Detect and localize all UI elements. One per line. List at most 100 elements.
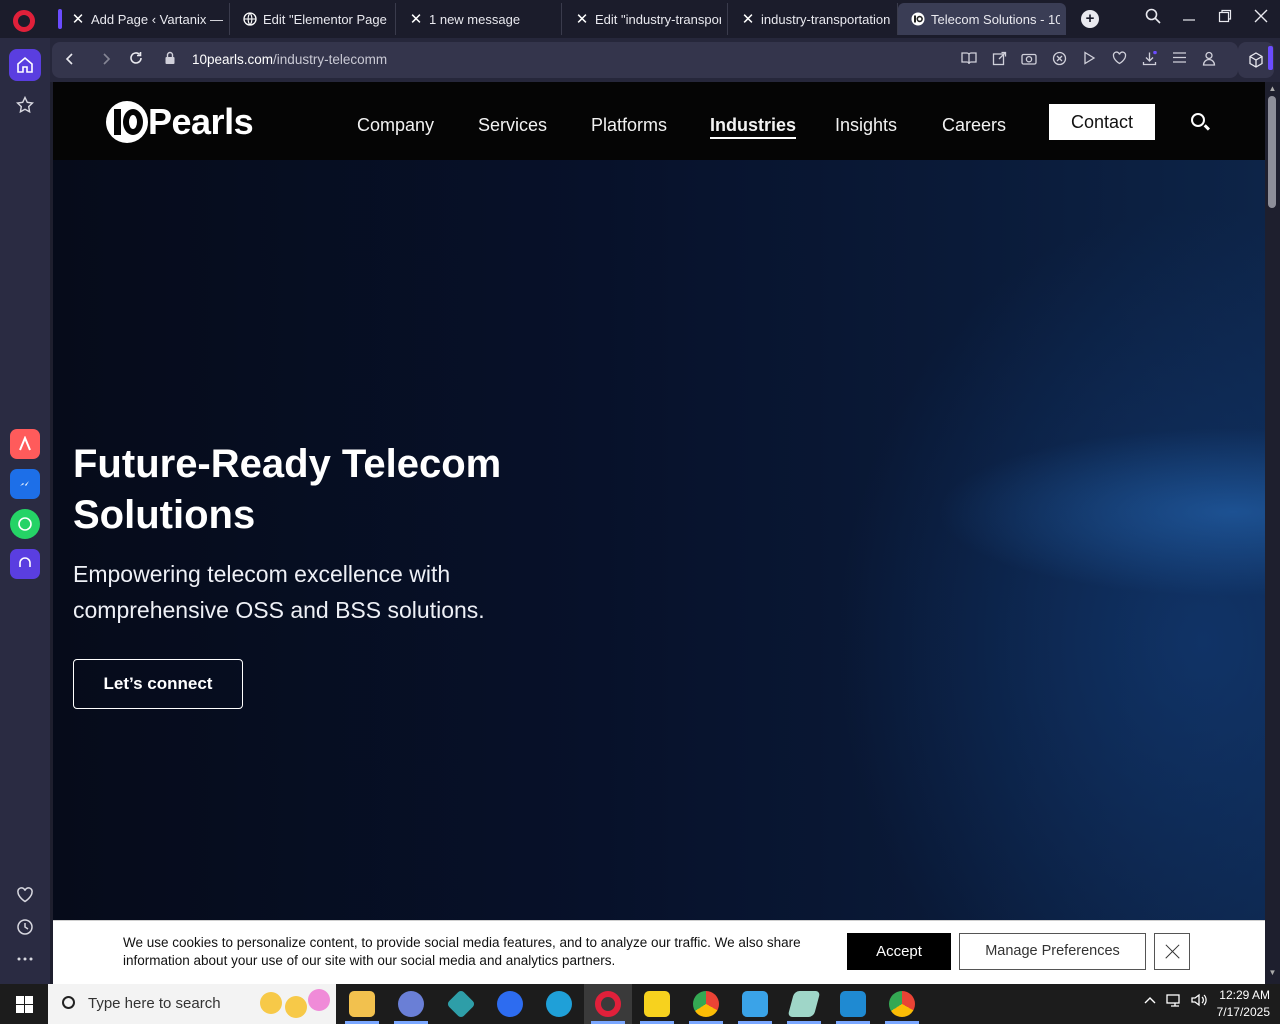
x-favicon-icon: ✕ xyxy=(409,11,423,28)
tab-label: 1 new message xyxy=(429,11,521,27)
whatsapp-icon[interactable] xyxy=(10,509,40,539)
share-icon[interactable] xyxy=(990,51,1008,69)
close-window-button[interactable] xyxy=(1250,8,1272,30)
logo-wordmark: Pearls xyxy=(148,101,254,142)
windows-start-icon[interactable] xyxy=(16,996,33,1013)
pinboard-heart-icon[interactable] xyxy=(9,879,41,911)
player-play-icon[interactable] xyxy=(1080,51,1098,69)
nav-item-label: Insights xyxy=(835,115,898,135)
tray-chevron-icon[interactable] xyxy=(1143,984,1157,1024)
browser-tab[interactable]: Telecom Solutions - 10Pea xyxy=(898,3,1066,35)
contact-button[interactable]: Contact xyxy=(1049,104,1155,140)
clock-date: 7/17/2025 xyxy=(1216,1005,1270,1019)
new-tab-button[interactable]: + xyxy=(1081,10,1099,28)
nav-item-company[interactable]: Company xyxy=(357,82,434,160)
browser-tab[interactable]: Edit "Elementor Page #10 xyxy=(230,3,396,35)
snapshot-camera-icon[interactable] xyxy=(1020,51,1038,69)
nav-item-platforms[interactable]: Platforms xyxy=(591,82,667,160)
url-field[interactable]: 10pearls.com/industry-telecomm xyxy=(192,42,387,78)
reader-mode-icon[interactable] xyxy=(960,51,978,69)
tab-label: Telecom Solutions - 10Pea xyxy=(931,11,1060,27)
address-bar: 10pearls.com/industry-telecomm xyxy=(52,42,1238,78)
zoom-icon[interactable] xyxy=(497,991,523,1017)
notepad-icon[interactable] xyxy=(787,991,821,1017)
nav-item-label: Company xyxy=(357,115,435,135)
nav-item-label: Services xyxy=(478,115,548,135)
clock-time: 12:29 AM xyxy=(1219,988,1270,1002)
chrome-second-icon[interactable] xyxy=(889,991,915,1017)
aria-app-icon[interactable] xyxy=(10,429,40,459)
extensions-accent-bar xyxy=(1268,46,1273,70)
tab-search-icon[interactable] xyxy=(1142,8,1164,30)
system-clock[interactable]: 12:29 AM 7/17/2025 xyxy=(1200,987,1270,1021)
easy-setup-icon[interactable] xyxy=(1170,51,1188,69)
accept-cookies-button[interactable]: Accept xyxy=(847,933,951,970)
site-search-icon[interactable] xyxy=(1191,113,1205,127)
browser-tab-bar: ✕ Add Page ‹ Vartanix — W Edit "Elementor … xyxy=(0,0,1280,38)
sticky-notes-icon[interactable] xyxy=(644,991,670,1017)
nav-item-services[interactable]: Services xyxy=(478,82,547,160)
forward-arrow-icon[interactable] xyxy=(94,42,118,78)
close-icon[interactable] xyxy=(1154,933,1190,970)
photos-icon[interactable] xyxy=(742,991,768,1017)
nav-item-careers[interactable]: Careers xyxy=(942,82,1006,160)
taskbar-search[interactable]: Type here to search xyxy=(48,984,336,1024)
lets-connect-button[interactable]: Let’s connect xyxy=(73,659,243,709)
emoji-laugh-icon xyxy=(260,992,282,1014)
scroll-down-icon[interactable]: ▼ xyxy=(1268,968,1277,977)
nav-item-industries[interactable]: Industries xyxy=(710,82,797,160)
chrome-icon[interactable] xyxy=(693,991,719,1017)
x-favicon-icon: ✕ xyxy=(741,11,755,28)
network-icon[interactable] xyxy=(1166,984,1184,1024)
windows-taskbar: Type here to search 12:29 AM 7/17/2025 xyxy=(0,984,1280,1024)
scroll-up-icon[interactable]: ▲ xyxy=(1268,84,1277,93)
nav-item-insights[interactable]: Insights xyxy=(835,82,897,160)
favorites-heart-icon[interactable] xyxy=(1110,51,1128,69)
site-header: Pearls Company Services Platforms Industrie… xyxy=(53,82,1265,160)
restore-button[interactable] xyxy=(1214,8,1236,30)
back-arrow-icon[interactable] xyxy=(58,42,82,78)
profile-icon[interactable] xyxy=(1200,51,1218,69)
scrollbar-thumb[interactable] xyxy=(1268,96,1276,208)
tab-label: Edit "industry-transportat xyxy=(595,11,721,27)
adblock-icon[interactable] xyxy=(1050,51,1068,69)
nav-item-label: Careers xyxy=(942,115,1007,135)
opera-taskbar-icon[interactable] xyxy=(595,991,621,1017)
opera-menu-icon[interactable] xyxy=(13,10,35,32)
manage-preferences-button[interactable]: Manage Preferences xyxy=(959,933,1146,970)
bookmarks-star-icon[interactable] xyxy=(9,89,41,121)
taskbar-search-placeholder: Type here to search xyxy=(88,995,221,1012)
tab-label: Edit "Elementor Page #10 xyxy=(263,11,389,27)
home-icon[interactable] xyxy=(9,49,41,81)
tab-label: industry-transportation - V xyxy=(761,11,891,27)
lock-icon[interactable] xyxy=(158,42,182,78)
10pearls-logo-mark-icon xyxy=(106,101,148,143)
nav-item-label: Platforms xyxy=(591,115,668,135)
music-player-icon[interactable] xyxy=(10,549,40,579)
app-paint-icon[interactable] xyxy=(398,991,424,1017)
x-favicon-icon: ✕ xyxy=(575,11,589,28)
app-gem-icon[interactable] xyxy=(446,989,476,1019)
browser-tab[interactable]: ✕ industry-transportation - V xyxy=(728,3,898,35)
cookie-text: We use cookies to personalize content, t… xyxy=(123,935,801,968)
history-clock-icon[interactable] xyxy=(9,911,41,943)
browser-tab[interactable]: ✕ Add Page ‹ Vartanix — W xyxy=(58,3,230,35)
reload-icon[interactable] xyxy=(124,42,148,78)
messenger-icon[interactable] xyxy=(10,469,40,499)
tab-strip: ✕ Add Page ‹ Vartanix — W Edit "Elementor … xyxy=(58,3,1066,35)
10pearls-logo[interactable]: Pearls xyxy=(106,101,254,143)
browser-tab[interactable]: ✕ 1 new message xyxy=(396,3,562,35)
cookie-banner: We use cookies to personalize content, t… xyxy=(53,920,1265,984)
file-explorer-icon[interactable] xyxy=(349,991,375,1017)
10pearls-favicon-icon xyxy=(910,11,926,27)
vscode-icon[interactable] xyxy=(840,991,866,1017)
more-options-icon[interactable] xyxy=(9,943,41,975)
page-scrollbar[interactable]: ▲ ▼ xyxy=(1265,82,1280,984)
emoji-smile-icon xyxy=(285,996,307,1018)
downloads-icon[interactable] xyxy=(1140,50,1158,69)
browser-tab[interactable]: ✕ Edit "industry-transportat xyxy=(562,3,728,35)
minimize-button[interactable] xyxy=(1178,8,1200,30)
hero-title: Future-Ready Telecom Solutions xyxy=(73,442,502,537)
edge-icon[interactable] xyxy=(546,991,572,1017)
emoji-hearts-icon xyxy=(308,989,330,1011)
